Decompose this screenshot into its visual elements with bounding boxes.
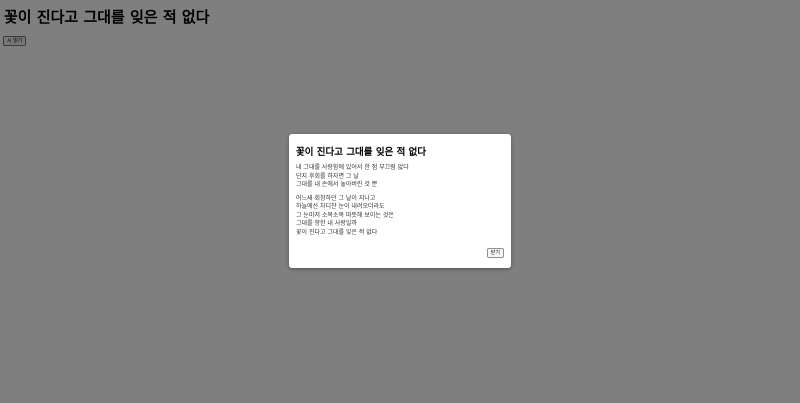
poem-line: 단지 후회를 하자면 그 날 bbox=[296, 172, 359, 180]
poem-stanza-1: 내 그대를 사랑함에 있어서 한 점 부끄럼 없다 단지 후회를 하자면 그 날… bbox=[296, 164, 504, 190]
poem-line: 그대를 내 손에서 놓아버린 것 뿐 bbox=[296, 181, 378, 188]
close-button[interactable]: 닫기 bbox=[486, 248, 504, 258]
poem-body: 내 그대를 사랑함에 있어서 한 점 부끄럼 없다 단지 후회를 하자면 그 날… bbox=[296, 164, 504, 237]
poem-modal: 꽃이 진다고 그대를 잊은 적 없다 내 그대를 사랑함에 있어서 한 점 부끄… bbox=[289, 134, 511, 268]
poem-line: 꽃이 진다고 그대를 잊은 적 없다 bbox=[296, 228, 378, 236]
poem-line: 어느새 회창하던 그 날이 지나고 bbox=[296, 194, 376, 202]
poem-line: 내 그대를 사랑함에 있어서 한 점 부끄럼 없다 bbox=[296, 164, 409, 171]
poem-line: 그 눈마저 소복소복 따뜻해 보이는 것은 bbox=[296, 211, 394, 219]
poem-stanza-2: 어느새 회창하던 그 날이 지나고 하늘에선 차디찬 눈이 내려오더라도 그 눈… bbox=[296, 195, 504, 238]
poem-line: 하늘에선 차디찬 눈이 내려오더라도 bbox=[296, 203, 385, 210]
modal-title: 꽃이 진다고 그대를 잊은 적 없다 bbox=[296, 147, 427, 158]
poem-line: 그대를 향한 내 사랑일까 bbox=[296, 220, 357, 227]
